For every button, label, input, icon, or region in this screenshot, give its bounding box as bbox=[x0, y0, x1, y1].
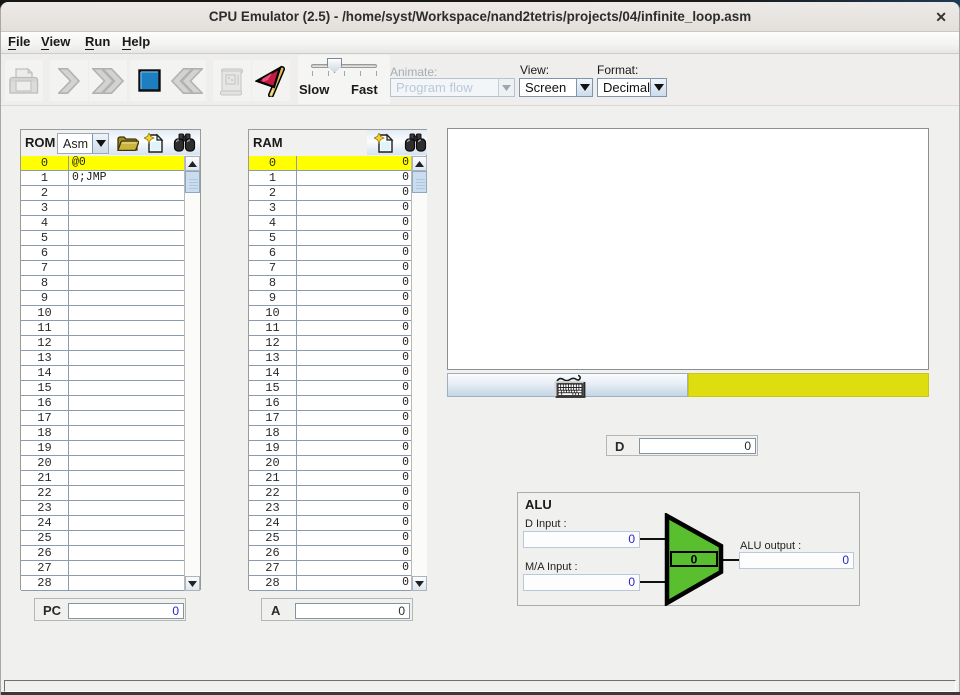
svg-text:0: 0 bbox=[691, 553, 698, 567]
